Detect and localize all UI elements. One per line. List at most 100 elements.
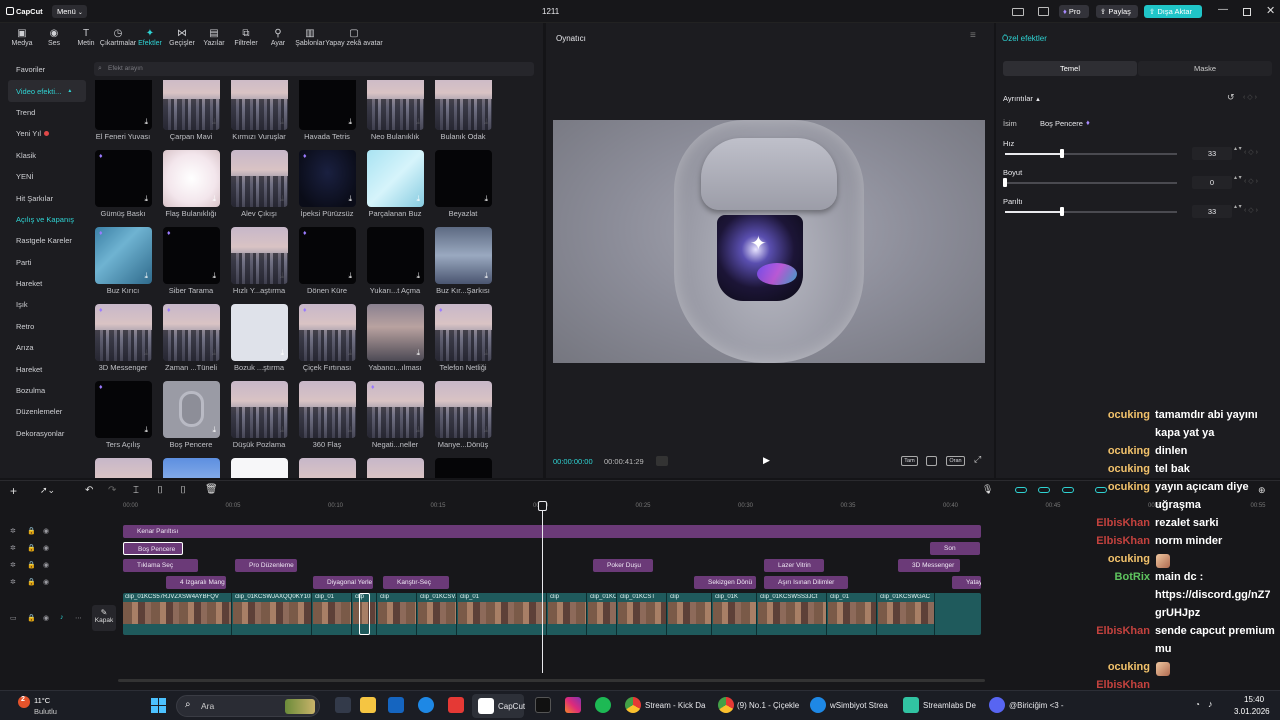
param-slider-handle[interactable]: [1003, 178, 1007, 187]
category-item[interactable]: Trend: [8, 102, 86, 123]
effect-clip[interactable]: Poker Duşu: [593, 559, 653, 572]
effect-clip[interactable]: Tıklama Seç: [123, 559, 198, 572]
effect-thumbnail[interactable]: ⤓: [435, 227, 492, 284]
category-item[interactable]: Parti: [8, 252, 86, 273]
wifi-icon[interactable]: ◔: [1195, 700, 1200, 709]
download-icon[interactable]: ⤓: [280, 425, 284, 435]
edge-icon[interactable]: [418, 697, 434, 713]
track-effect-icon[interactable]: ✲: [10, 561, 16, 569]
effect-clip[interactable]: Aşırı Isınan Dilimler: [764, 576, 848, 589]
effect-thumbnail[interactable]: ♦ ⤓: [299, 150, 356, 207]
eye-icon[interactable]: ◉: [43, 527, 49, 535]
download-icon[interactable]: ⤓: [144, 194, 148, 204]
more-icon[interactable]: ⋯: [75, 614, 82, 622]
category-item[interactable]: Düzenlemeler: [8, 401, 86, 422]
effect-thumbnail[interactable]: ⤓: [231, 80, 288, 130]
effect-clip[interactable]: 3D Messenger: [898, 559, 960, 572]
details-label[interactable]: Ayrıntılar ▲: [1003, 94, 1041, 103]
link-clip-icon[interactable]: [1062, 487, 1074, 493]
tiktok-icon[interactable]: [535, 697, 551, 713]
category-item[interactable]: Açılış ve Kapanış: [8, 209, 86, 230]
tool-captions[interactable]: ▤ Yazılar: [198, 23, 230, 53]
effect-thumbnail[interactable]: ⤓: [435, 80, 492, 130]
effect-thumbnail[interactable]: ⤓: [231, 227, 288, 284]
download-icon[interactable]: ⤓: [280, 271, 284, 281]
param-slider-handle[interactable]: [1059, 149, 1064, 158]
chrome-icon[interactable]: [718, 697, 734, 713]
zoom-icon[interactable]: ⊕: [1258, 485, 1266, 496]
close-icon[interactable]: ✕: [1266, 4, 1275, 17]
param-slider-handle[interactable]: [1059, 207, 1064, 216]
download-icon[interactable]: ⤓: [348, 271, 352, 281]
split-icon[interactable]: ⌶: [133, 485, 139, 496]
video-clip[interactable]: clip_01KCSVZTJ3W9e2: [418, 593, 457, 635]
playhead-handle[interactable]: [538, 501, 547, 511]
download-icon[interactable]: ⤓: [280, 348, 284, 358]
category-item[interactable]: Hit Şarkılar: [8, 187, 86, 208]
effect-thumbnail[interactable]: ⤓: [367, 80, 424, 130]
download-icon[interactable]: ⤓: [484, 348, 488, 358]
download-icon[interactable]: ⤓: [484, 194, 488, 204]
effect-search-input[interactable]: ⌕ Efekt arayın: [94, 62, 534, 76]
video-clip[interactable]: clip: [548, 593, 587, 635]
start-button[interactable]: [151, 698, 166, 713]
effect-thumbnail[interactable]: [367, 458, 424, 478]
download-icon[interactable]: ⤓: [416, 194, 420, 204]
effect-thumbnail[interactable]: ♦ ⤓: [435, 304, 492, 361]
trim-left-icon[interactable]: ⌷: [157, 485, 163, 496]
effect-clip[interactable]: Kanştır-Seç: [383, 576, 449, 589]
effect-thumbnail[interactable]: ♦ ⤓: [163, 304, 220, 361]
trim-right-icon[interactable]: ⌷: [180, 485, 186, 496]
video-clip[interactable]: clip: [378, 593, 417, 635]
preview-axis-icon[interactable]: [1095, 487, 1107, 493]
fullscreen-icon[interactable]: ⤢: [974, 454, 981, 465]
tab-mask[interactable]: Maske: [1138, 61, 1272, 76]
keyframe-icon[interactable]: ‹ ◇ ›: [1244, 206, 1258, 214]
taskbar-app-label[interactable]: Streamlabs De: [923, 701, 976, 710]
cover-button[interactable]: ✎ Kapak: [92, 605, 116, 631]
effect-thumbnail[interactable]: ⤓: [163, 150, 220, 207]
effect-clip[interactable]: 4 Izgaralı Mang: [166, 576, 226, 589]
youtube-icon[interactable]: [448, 697, 464, 713]
selected-clip-outline[interactable]: [359, 593, 370, 635]
outlook-icon[interactable]: [388, 697, 404, 713]
effect-thumbnail[interactable]: [163, 458, 220, 478]
keyframe-nav-icon[interactable]: ‹ ◇ ›: [1243, 93, 1257, 101]
tool-audio[interactable]: ◉ Ses: [38, 23, 70, 53]
tool-text[interactable]: T Metin: [70, 23, 102, 53]
tool-effects[interactable]: ✦ Efektler: [134, 23, 166, 53]
category-item[interactable]: Klasik: [8, 145, 86, 166]
eye-icon[interactable]: ◉: [43, 614, 49, 622]
effect-clip[interactable]: Pro Düzenleme: [235, 559, 297, 572]
lock-icon[interactable]: 🔒: [27, 561, 36, 569]
download-icon[interactable]: ⤓: [212, 348, 216, 358]
effect-thumbnail[interactable]: ⤓: [367, 304, 424, 361]
download-icon[interactable]: ⤓: [144, 425, 148, 435]
timeline-scrollbar[interactable]: [118, 679, 985, 682]
stepper-icon[interactable]: ▴ ▾: [1234, 204, 1242, 211]
export-button[interactable]: ⇧ Dışa Aktar: [1144, 5, 1202, 18]
video-clip[interactable]: clip_01KCSWJAXQQ0KY10P0: [233, 593, 312, 635]
effect-clip[interactable]: Lazer Vitrin: [764, 559, 824, 572]
task-view-icon[interactable]: [335, 697, 351, 713]
download-icon[interactable]: ⤓: [144, 271, 148, 281]
lock-icon[interactable]: 🔒: [27, 544, 36, 552]
instagram-icon[interactable]: [565, 697, 581, 713]
menu-button[interactable]: Menü ⌄: [52, 5, 87, 18]
weather-widget[interactable]: 2 11°C Bulutlu: [12, 694, 72, 718]
tab-basic[interactable]: Temel: [1003, 61, 1137, 76]
delete-icon[interactable]: 🗑: [205, 484, 218, 495]
param-value-input[interactable]: 0: [1192, 176, 1232, 189]
play-button[interactable]: ▶: [763, 455, 770, 466]
effect-thumbnail[interactable]: ♦ ⤓: [95, 227, 152, 284]
streamlabs-icon[interactable]: [903, 697, 919, 713]
video-clip[interactable]: clip_01KCS: [588, 593, 617, 635]
effect-clip[interactable]: Son: [930, 542, 980, 555]
tool-transition[interactable]: ⋈ Geçişler: [166, 23, 198, 53]
download-icon[interactable]: ⤓: [348, 425, 352, 435]
tool-filter[interactable]: ⧉ Filtreler: [230, 23, 262, 53]
video-clip[interactable]: clip_01KCS57RJVZXSW4AYBFQV: [123, 593, 232, 635]
taskbar-app-label[interactable]: wSimbiyot Strea: [830, 701, 888, 710]
effect-thumbnail[interactable]: ⤓: [95, 80, 152, 130]
link-toggle-icon[interactable]: [1015, 487, 1027, 493]
